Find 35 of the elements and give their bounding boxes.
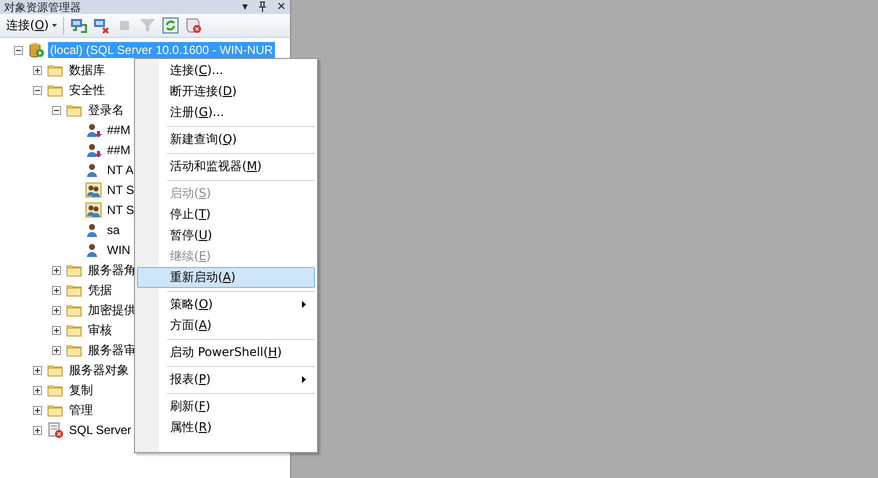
menu-item[interactable]: 注册(G)... [137, 102, 315, 123]
menu-item[interactable]: 方面(A) [137, 315, 315, 336]
menu-item[interactable]: 停止(T) [137, 204, 315, 225]
tree-node-label[interactable]: ##M [105, 122, 132, 138]
tree-node-label[interactable]: 复制 [67, 382, 95, 398]
tree-node-label[interactable]: sa [105, 222, 122, 238]
tree-node-label[interactable]: NT S [105, 182, 136, 198]
tree-node-label[interactable]: 服务器对象 [67, 362, 131, 378]
menu-item[interactable]: 启动 PowerShell(H) [137, 342, 315, 363]
panel-title: 对象资源管理器 [4, 0, 81, 14]
tree-node-label[interactable]: NT A [105, 162, 136, 178]
title-bar-button[interactable]: ✕ [276, 1, 286, 13]
tree-node-label[interactable]: 数据库 [67, 62, 107, 78]
menu-item[interactable]: 断开连接(D) [137, 81, 315, 102]
menu-item[interactable]: 策略(O) [137, 294, 315, 315]
connect-dropdown-button[interactable]: 连接(O) [6, 16, 64, 34]
tree-node-label[interactable]: 安全性 [67, 82, 107, 98]
tree-node-label[interactable]: ##M [105, 142, 132, 158]
menu-item[interactable]: 活动和监视器(M) [137, 156, 315, 177]
tree-node-label[interactable]: SQL Server [67, 422, 134, 438]
tree-node-label[interactable]: 服务器角 [86, 262, 138, 278]
menu-item[interactable]: 报表(P) [137, 369, 315, 390]
menu-item[interactable]: 暂停(U) [137, 225, 315, 246]
tree-node-label[interactable]: 审核 [86, 322, 114, 338]
menu-item[interactable]: 刷新(F) [137, 396, 315, 417]
menu-item[interactable]: 重新启动(A) [137, 267, 315, 288]
menu-item[interactable]: 连接(C)... [137, 60, 315, 81]
tree-node-label[interactable]: 管理 [67, 402, 95, 418]
tree-node-label[interactable]: WIN [105, 242, 132, 258]
tree-node-label[interactable]: 凭据 [86, 282, 114, 298]
title-bar-button[interactable]: ▾ [242, 1, 248, 13]
menu-item[interactable]: 属性(R) [137, 417, 315, 438]
tree-node-label[interactable]: 登录名 [86, 102, 126, 118]
tree-node-label[interactable]: NT S [105, 202, 136, 218]
menu-item[interactable]: 新建查询(Q) [137, 129, 315, 150]
